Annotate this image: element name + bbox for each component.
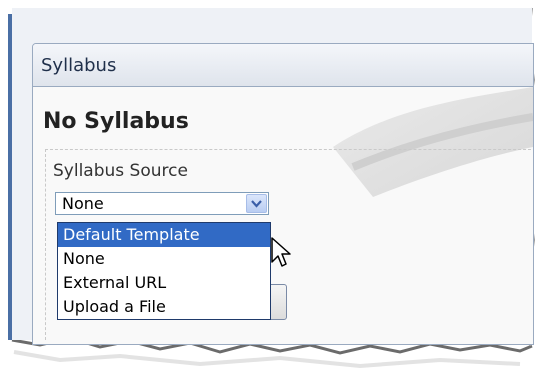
syllabus-source-label: Syllabus Source (53, 161, 188, 181)
panel-title: Syllabus (41, 54, 117, 76)
select-value: None (62, 194, 104, 213)
dropdown-option-none[interactable]: None (58, 247, 270, 271)
dropdown-option-upload-a-file[interactable]: Upload a File (58, 295, 270, 319)
chevron-down-icon (251, 199, 262, 208)
dropdown-toggle-button[interactable] (246, 194, 267, 213)
dropdown-list: Default Template None External URL Uploa… (57, 222, 271, 320)
syllabus-source-select[interactable]: None (55, 192, 269, 215)
window-left-border (8, 14, 12, 340)
dropdown-option-external-url[interactable]: External URL (58, 271, 270, 295)
page-title: No Syllabus (43, 109, 189, 134)
panel-header: Syllabus (33, 44, 533, 87)
arrow-cursor-icon (271, 237, 291, 267)
dropdown-option-default-template[interactable]: Default Template (58, 223, 270, 247)
